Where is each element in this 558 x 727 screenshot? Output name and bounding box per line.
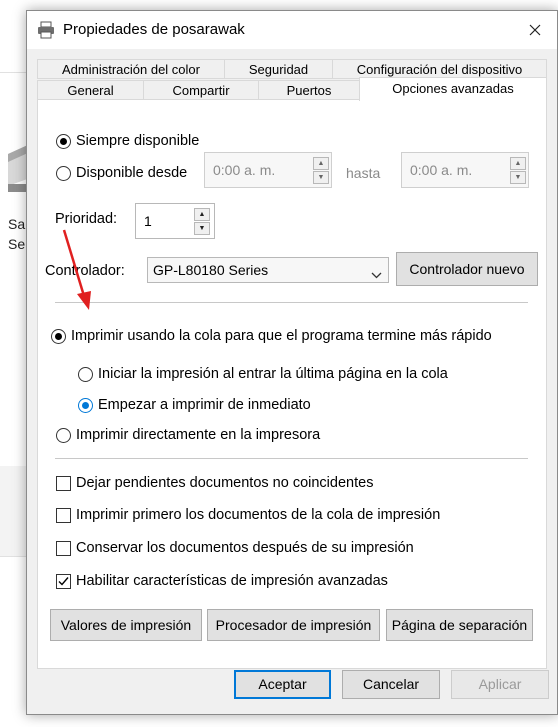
annotation-arrow-icon [62,229,91,310]
tab-advanced[interactable]: Opciones avanzadas [359,77,547,101]
